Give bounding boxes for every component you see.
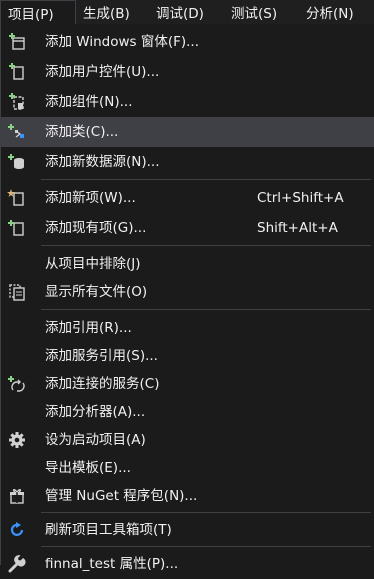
menu-build[interactable]: 生成(B): [76, 0, 149, 24]
menu-item-label: 添加类(C)...: [45, 124, 119, 140]
menu-item-label: 导出模板(E)...: [45, 460, 131, 476]
add-class-icon: [7, 122, 27, 142]
separator: [41, 512, 371, 513]
menu-item-label: 添加分析器(A)...: [45, 404, 146, 420]
menu-item-manage-nuget[interactable]: 管理 NuGet 程序包(N)...: [1, 481, 374, 511]
menu-item-label: finnal_test 属性(P)...: [45, 556, 179, 572]
menu-project[interactable]: 项目(P): [0, 0, 76, 24]
menu-item-add-user-control[interactable]: 添加用户控件(U)...: [1, 57, 374, 87]
menu-item-add-component[interactable]: 添加组件(N)...: [1, 87, 374, 117]
add-form-icon: [7, 32, 27, 52]
menu-item-label: 添加组件(N)...: [45, 94, 133, 110]
menu-item-add-connected-service[interactable]: 添加连接的服务(C): [1, 369, 374, 399]
add-new-item-icon: [7, 188, 27, 208]
menu-analyze[interactable]: 分析(N): [299, 0, 374, 24]
menu-item-label: 设为启动项目(A): [45, 432, 146, 448]
menu-item-set-as-startup[interactable]: 设为启动项目(A): [1, 425, 374, 455]
wrench-icon: [7, 554, 27, 574]
menu-item-add-service-reference[interactable]: 添加服务引用(S)...: [1, 341, 374, 371]
menu-item-add-analyzer[interactable]: 添加分析器(A)...: [1, 397, 374, 427]
menu-item-add-data-source[interactable]: 添加新数据源(N)...: [1, 147, 374, 177]
separator: [41, 309, 371, 310]
menu-item-show-all-files[interactable]: 显示所有文件(O): [1, 277, 374, 307]
menu-item-properties[interactable]: finnal_test 属性(P)...: [1, 549, 374, 579]
add-data-source-icon: [7, 152, 27, 172]
menu-item-add-windows-form[interactable]: 添加 Windows 窗体(F)...: [1, 27, 374, 57]
separator: [41, 179, 371, 180]
menu-item-label: 添加连接的服务(C): [45, 376, 160, 392]
show-all-files-icon: [7, 282, 27, 302]
menu-item-label: 管理 NuGet 程序包(N)...: [45, 488, 198, 504]
menu-item-label: 刷新项目工具箱项(T): [45, 522, 172, 538]
menu-item-label: 添加现有项(G)...: [45, 220, 147, 236]
add-existing-item-icon: [7, 218, 27, 238]
connected-service-icon: [7, 374, 27, 394]
menu-item-add-new-item[interactable]: 添加新项(W)... Ctrl+Shift+A: [1, 183, 374, 213]
separator: [41, 245, 371, 246]
menu-item-exclude-from-project[interactable]: 从项目中排除(J): [1, 249, 374, 279]
add-user-control-icon: [7, 62, 27, 82]
project-dropdown-menu: 添加 Windows 窗体(F)... 添加用户控件(U)... 添加组件(N)…: [0, 24, 374, 573]
shortcut-text: Ctrl+Shift+A: [257, 190, 344, 206]
menu-item-label: 添加新项(W)...: [45, 190, 136, 206]
menu-item-add-reference[interactable]: 添加引用(R)...: [1, 313, 374, 343]
separator: [41, 546, 371, 547]
refresh-icon: [7, 520, 27, 540]
menu-item-label: 添加引用(R)...: [45, 320, 132, 336]
menu-debug[interactable]: 调试(D): [149, 0, 224, 24]
menu-item-label: 添加 Windows 窗体(F)...: [45, 34, 200, 50]
shortcut-text: Shift+Alt+A: [257, 220, 338, 236]
menu-item-label: 添加新数据源(N)...: [45, 154, 160, 170]
menu-test[interactable]: 测试(S): [224, 0, 299, 24]
menu-item-label: 从项目中排除(J): [45, 256, 141, 272]
gear-icon: [7, 430, 27, 450]
menu-item-export-template[interactable]: 导出模板(E)...: [1, 453, 374, 483]
menu-item-refresh-toolbox[interactable]: 刷新项目工具箱项(T): [1, 515, 374, 545]
menu-item-label: 添加服务引用(S)...: [45, 348, 158, 364]
menu-item-label: 显示所有文件(O): [45, 284, 148, 300]
menu-item-label: 添加用户控件(U)...: [45, 64, 160, 80]
nuget-package-icon: [7, 486, 27, 506]
add-component-icon: [7, 92, 27, 112]
menu-item-add-class[interactable]: 添加类(C)...: [1, 117, 374, 147]
menu-bar: 项目(P) 生成(B) 调试(D) 测试(S) 分析(N): [0, 0, 374, 24]
menu-item-add-existing-item[interactable]: 添加现有项(G)... Shift+Alt+A: [1, 213, 374, 243]
